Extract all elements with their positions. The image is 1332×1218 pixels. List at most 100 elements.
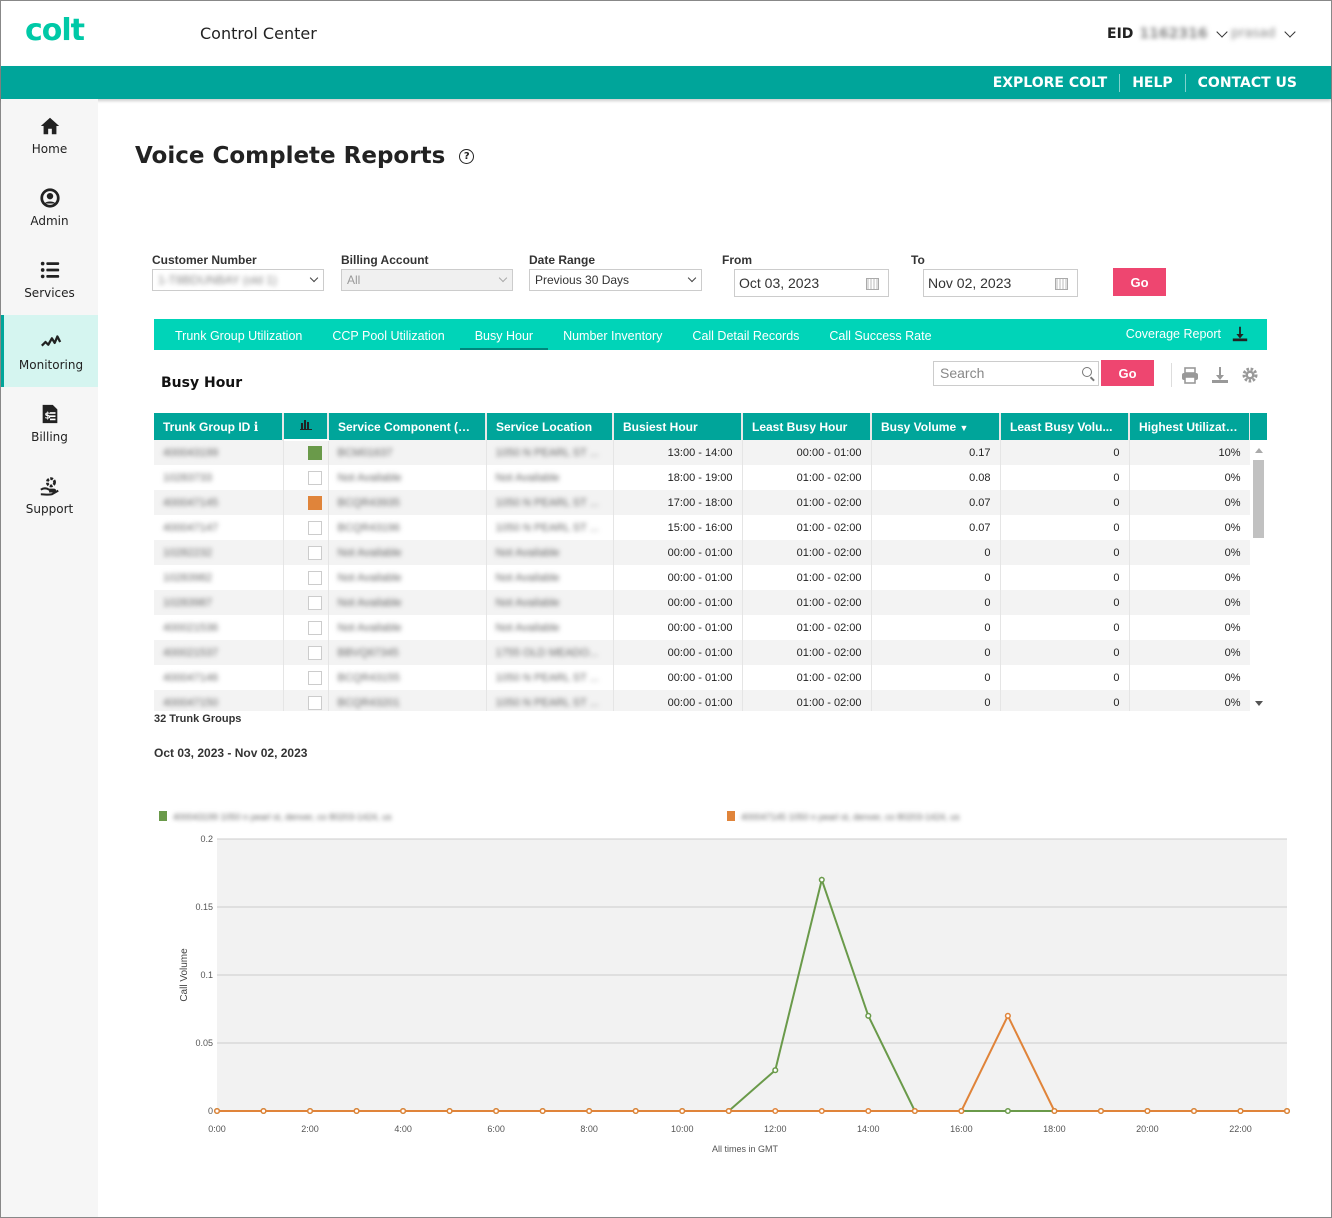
- chart-toggle-cell[interactable]: [283, 640, 329, 665]
- sidebar-item-home[interactable]: Home: [1, 99, 98, 171]
- series-toggle-checkbox[interactable]: [307, 570, 322, 585]
- table-row[interactable]: 400047147 BCQR43196 1050 N PEARL ST ... 15:…: [154, 515, 1251, 540]
- y-tick-label: 0.05: [195, 1038, 213, 1048]
- search-icon[interactable]: [1082, 367, 1092, 377]
- sidebar-item-monitoring[interactable]: Monitoring: [1, 315, 98, 387]
- colt-logo[interactable]: colt: [25, 13, 85, 48]
- series-toggle-checkbox[interactable]: [307, 670, 322, 685]
- chart-toggle-cell[interactable]: [283, 590, 329, 615]
- series-toggle-checkbox[interactable]: [307, 620, 322, 635]
- table-row[interactable]: 10282232 Not Available Not Available 00:00 …: [154, 540, 1251, 565]
- service-component-cell: BCQR43935: [328, 490, 487, 515]
- scroll-down-icon[interactable]: [1255, 701, 1263, 706]
- tab-busy-hour[interactable]: Busy Hour: [459, 319, 549, 350]
- column-header-chart-toggle[interactable]: [283, 413, 329, 441]
- chart-toggle-cell[interactable]: [283, 565, 329, 590]
- tab-call-detail-records[interactable]: Call Detail Records: [677, 319, 814, 350]
- table-row[interactable]: 400047150 BCQR43201 1050 N PEARL ST ... 00:…: [154, 690, 1251, 711]
- customer-number-select[interactable]: 1-T8BDUNBAY (old 1): [152, 269, 324, 291]
- trunk-group-id-cell-text: 10283733: [163, 471, 212, 484]
- column-header-service-location[interactable]: Service Location: [486, 413, 614, 440]
- coverage-report-button[interactable]: Coverage Report: [1126, 325, 1249, 343]
- series-toggle-checkbox[interactable]: [307, 495, 322, 510]
- search-go-button[interactable]: Go: [1101, 360, 1154, 386]
- tab-number-inventory[interactable]: Number Inventory: [548, 319, 677, 350]
- from-date-input[interactable]: Oct 03, 2023: [734, 269, 889, 297]
- help-icon[interactable]: ?: [459, 148, 475, 164]
- trunk-group-id-cell-text: 400047147: [163, 521, 219, 534]
- trunk-group-id-cell: 400043199: [154, 440, 284, 465]
- top-nav-bar: EXPLORE COLT HELP CONTACT US: [1, 66, 1331, 99]
- table-row[interactable]: 10283982 Not Available Not Available 00:00 …: [154, 565, 1251, 590]
- service-component-cell-text: Not Available: [337, 471, 402, 484]
- chart-toggle-cell[interactable]: [283, 490, 329, 515]
- chart-toggle-cell[interactable]: [283, 540, 329, 565]
- calendar-icon[interactable]: [1055, 278, 1068, 290]
- print-icon[interactable]: [1180, 365, 1200, 385]
- series-toggle-checkbox[interactable]: [307, 520, 322, 535]
- column-header-service-component[interactable]: Service Component (S...: [328, 413, 487, 440]
- least-busy-hour-cell: 01:00 - 02:00: [742, 615, 872, 640]
- table-row[interactable]: 400021536 Not Available Not Available 00:00…: [154, 615, 1251, 640]
- service-component-cell-text: Not Available: [337, 596, 402, 609]
- busy-volume-cell-text: 0: [984, 546, 991, 559]
- series-toggle-checkbox[interactable]: [307, 595, 322, 610]
- gear-icon[interactable]: [1240, 365, 1260, 385]
- user-menu[interactable]: prasad: [1231, 25, 1298, 41]
- service-location-cell-text: 1050 N PEARL ST ...: [495, 521, 599, 534]
- series-toggle-checkbox[interactable]: [307, 545, 322, 560]
- chart-toggle-cell[interactable]: [283, 465, 329, 490]
- chart-toggle-cell[interactable]: [283, 665, 329, 690]
- table-scrollbar[interactable]: [1250, 413, 1267, 711]
- scroll-up-icon[interactable]: [1255, 448, 1263, 453]
- sidebar-item-services[interactable]: Services: [1, 243, 98, 315]
- filter-go-button[interactable]: Go: [1113, 268, 1166, 296]
- column-header-busy-volume[interactable]: Busy Volume ▼: [871, 413, 1001, 440]
- data-point: [1097, 1107, 1104, 1115]
- billing-account-select[interactable]: All: [341, 269, 513, 291]
- service-component-cell: BCM01637: [328, 440, 487, 465]
- eid-selector[interactable]: EID 1162316: [1107, 26, 1230, 42]
- scrollbar-thumb[interactable]: [1253, 460, 1264, 538]
- to-date-input[interactable]: Nov 02, 2023: [923, 269, 1078, 297]
- busiest-hour-cell: 00:00 - 01:00: [613, 690, 743, 711]
- series-toggle-checkbox[interactable]: [307, 446, 322, 460]
- legend-label: 400047145 1050 n pearl st, denver, co 80…: [741, 812, 960, 822]
- tab-call-success-rate[interactable]: Call Success Rate: [814, 319, 946, 350]
- table-row[interactable]: 10283733 Not Available Not Available 18:00 …: [154, 465, 1251, 490]
- chart-toggle-cell[interactable]: [283, 690, 329, 711]
- table-row[interactable]: 400047146 BCQR43155 1050 N PEARL ST ... 00:…: [154, 665, 1251, 690]
- column-header-least-busy-volume[interactable]: Least Busy Volu...: [1000, 413, 1130, 440]
- user-circle-icon: [39, 187, 60, 208]
- table-row[interactable]: 400043199 BCM01637 1050 N PEARL ST ... 13:0…: [154, 440, 1251, 465]
- table-row[interactable]: 400047145 BCQR43935 1050 N PEARL ST ... 17:…: [154, 490, 1251, 515]
- column-header-highest-utilization[interactable]: Highest Utilizatio...: [1129, 413, 1251, 440]
- sidebar-item-admin[interactable]: Admin: [1, 171, 98, 243]
- column-header-least-busy-hour[interactable]: Least Busy Hour: [742, 413, 872, 440]
- date-range-select[interactable]: Previous 30 Days: [529, 269, 702, 291]
- chart-toggle-cell[interactable]: [283, 515, 329, 540]
- chart-toggle-cell[interactable]: [283, 615, 329, 640]
- search-input[interactable]: Search: [933, 361, 1099, 386]
- help-link[interactable]: HELP: [1119, 74, 1184, 92]
- series-toggle-checkbox[interactable]: [307, 470, 322, 485]
- data-point: [493, 1107, 500, 1115]
- from-date-filter: From Oct 03, 2023: [722, 253, 889, 297]
- sidebar-item-billing[interactable]: $ Billing: [1, 387, 98, 459]
- info-icon[interactable]: i: [254, 420, 259, 434]
- sidebar-item-support[interactable]: Support: [1, 459, 98, 531]
- table-row[interactable]: 10283987 Not Available Not Available 00:00 …: [154, 590, 1251, 615]
- calendar-icon[interactable]: [866, 278, 879, 290]
- chart-toggle-cell[interactable]: [283, 440, 329, 465]
- column-header-busiest-hour[interactable]: Busiest Hour: [613, 413, 743, 440]
- tab-ccp-pool-utilization[interactable]: CCP Pool Utilization: [317, 319, 459, 350]
- contact-us-link[interactable]: CONTACT US: [1184, 74, 1309, 92]
- series-toggle-checkbox[interactable]: [307, 695, 322, 710]
- column-header-trunk-group-id[interactable]: Trunk Group ID i: [154, 413, 284, 440]
- service-location-cell-text: 1755 OLD MEADO...: [495, 646, 599, 659]
- download-icon[interactable]: [1210, 365, 1230, 385]
- tab-trunk-group-utilization[interactable]: Trunk Group Utilization: [154, 319, 317, 350]
- table-row[interactable]: 400021537 BBVQ67345 1755 OLD MEADO... 00:00…: [154, 640, 1251, 665]
- explore-colt-link[interactable]: EXPLORE COLT: [981, 74, 1120, 92]
- series-toggle-checkbox[interactable]: [307, 645, 322, 660]
